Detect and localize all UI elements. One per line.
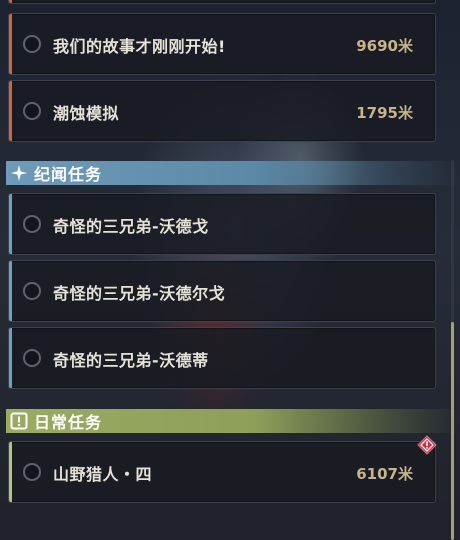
quest-accent-bar [9, 261, 12, 321]
story-quests-header[interactable]: 纪闻任务 [6, 161, 460, 185]
scrollbar-thumb[interactable] [451, 322, 454, 540]
quest-card-tide-simulation[interactable]: 潮蚀模拟 1795米 [8, 80, 436, 142]
quest-track-radio[interactable] [23, 35, 41, 53]
quest-accent-bar [9, 194, 12, 254]
quest-distance: 6107米 [356, 465, 413, 483]
quest-track-radio[interactable] [23, 102, 41, 120]
quest-title: 奇怪的三兄弟-沃德蒂 [53, 351, 209, 370]
section-header-label: 日常任务 [34, 413, 103, 432]
quest-track-radio[interactable] [23, 349, 41, 367]
quest-card-above[interactable] [8, 0, 436, 4]
quest-track-radio[interactable] [23, 282, 41, 300]
quest-accent-bar [9, 0, 12, 3]
quest-accent-bar [9, 81, 12, 141]
quest-card-brothers-3[interactable]: 奇怪的三兄弟-沃德蒂 [8, 327, 436, 389]
quest-track-radio[interactable] [23, 463, 41, 481]
four-point-star-icon [11, 165, 27, 181]
quest-distance: 9690米 [356, 37, 413, 55]
quest-title: 奇怪的三兄弟-沃德尔戈 [53, 284, 226, 303]
quest-title: 潮蚀模拟 [53, 104, 120, 123]
quest-card-brothers-1[interactable]: 奇怪的三兄弟-沃德戈 [8, 193, 436, 255]
exclamation-box-icon [10, 412, 28, 430]
quest-track-radio[interactable] [23, 215, 41, 233]
quest-card-mountain-hunter[interactable]: 山野猎人・四 6107米 [8, 441, 436, 503]
quest-accent-bar [9, 328, 12, 388]
daily-quests-header[interactable]: 日常任务 [6, 409, 460, 433]
quest-card-brothers-2[interactable]: 奇怪的三兄弟-沃德尔戈 [8, 260, 436, 322]
quest-accent-bar [9, 14, 12, 74]
quest-title: 山野猎人・四 [53, 465, 153, 484]
quest-distance: 1795米 [356, 104, 413, 122]
quest-title: 奇怪的三兄弟-沃德戈 [53, 217, 209, 236]
quest-title: 我们的故事才刚刚开始! [53, 37, 226, 56]
section-header-label: 纪闻任务 [34, 165, 103, 184]
quest-accent-bar [9, 442, 12, 502]
quest-card-story-begins[interactable]: 我们的故事才刚刚开始! 9690米 [8, 13, 436, 75]
quest-list-panel: 我们的故事才刚刚开始! 9690米 潮蚀模拟 1795米 纪闻任务 奇怪的三兄弟… [0, 0, 460, 540]
warning-diamond-icon [417, 435, 437, 455]
